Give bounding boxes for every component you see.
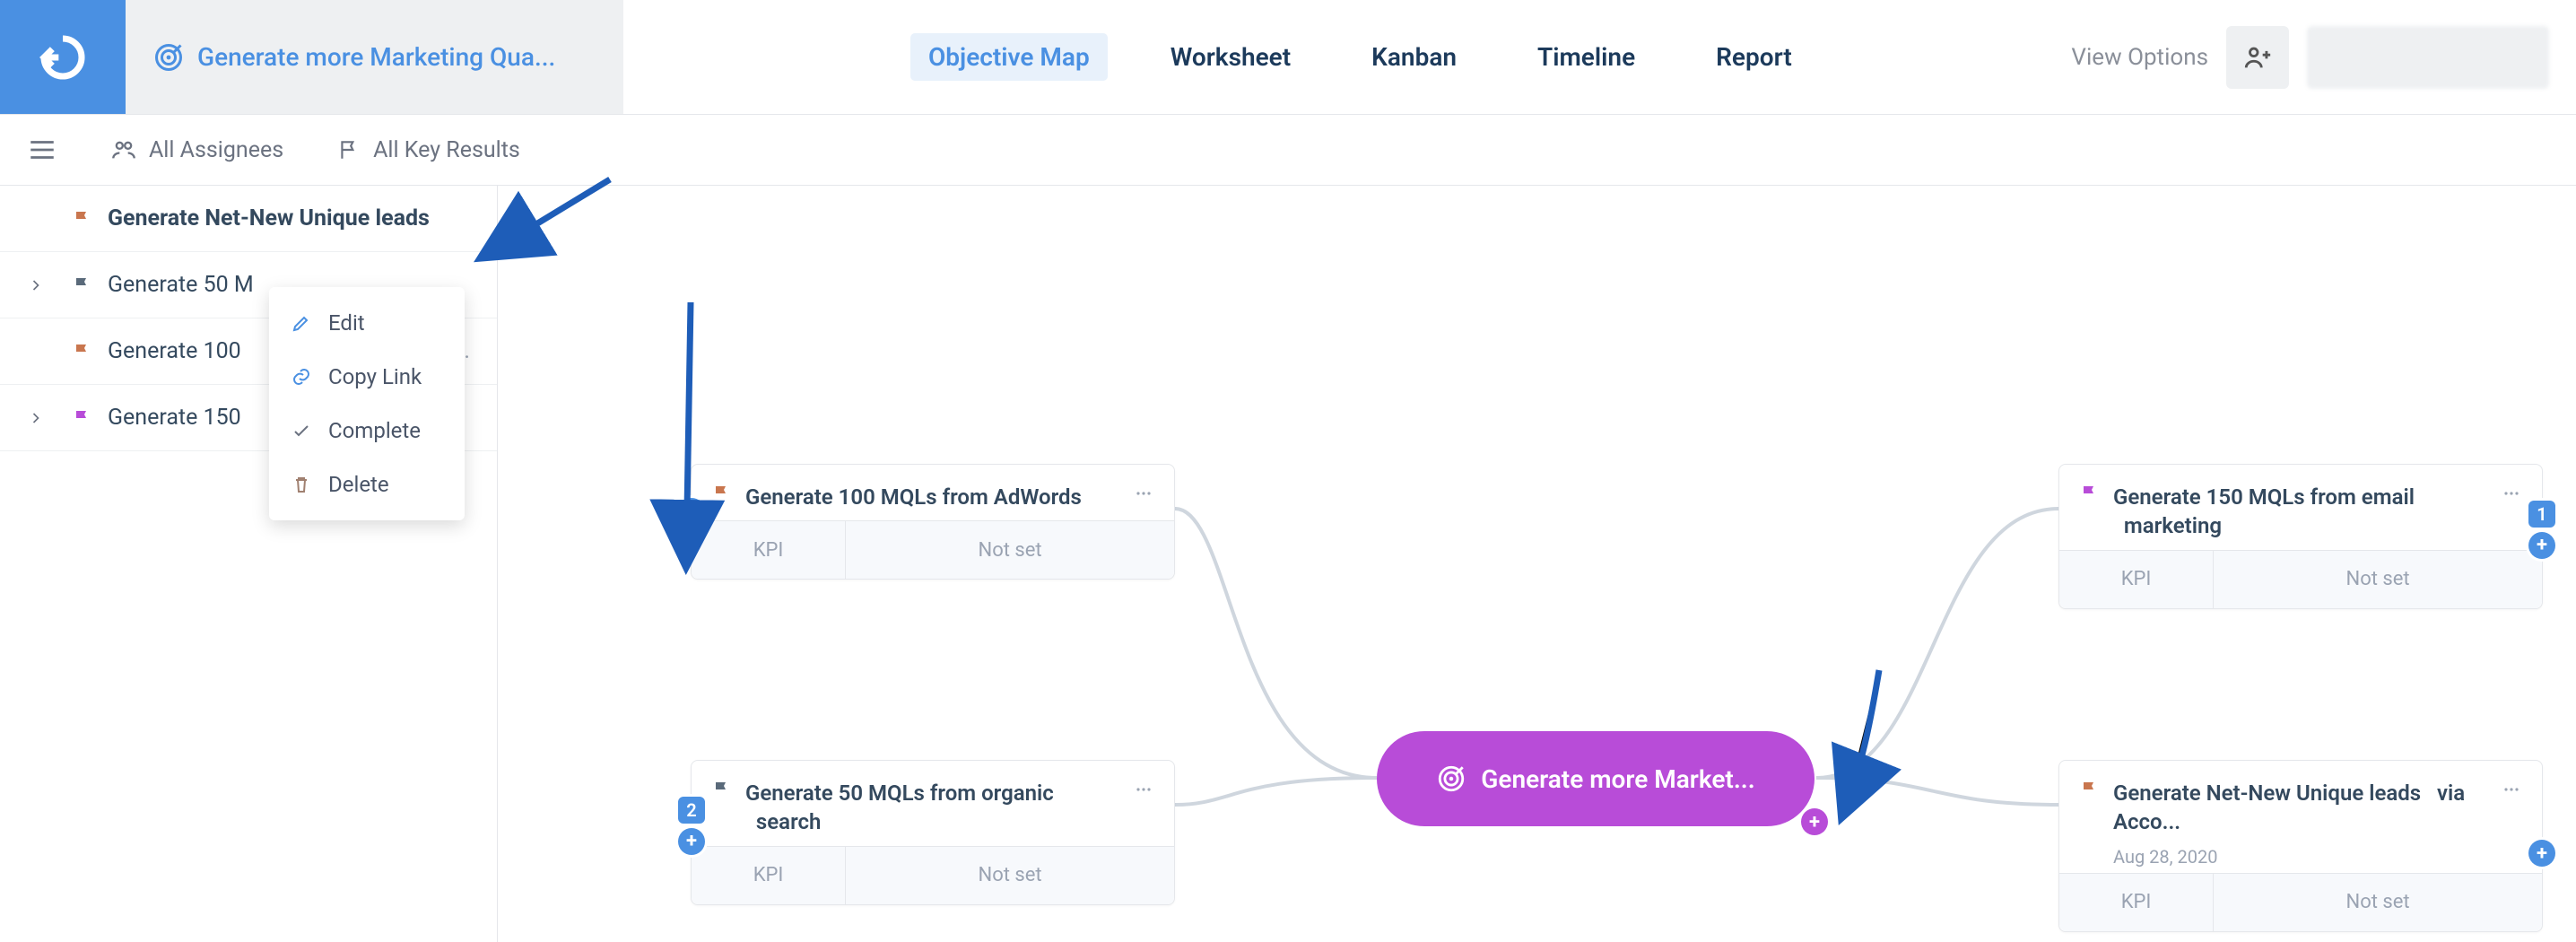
center-label: Generate more Market... (1481, 764, 1754, 794)
people-button[interactable] (2226, 26, 2289, 89)
sidebar-item-net-new[interactable]: Generate Net-New Unique leads (0, 186, 497, 252)
node-title: Generate 50 MQLs from organic search (745, 779, 1120, 837)
tab-report[interactable]: Report (1698, 33, 1810, 81)
node-150-email[interactable]: Generate 150 MQLs from email marketing K… (2058, 464, 2543, 609)
child-count-badge: 1 (2528, 501, 2555, 528)
people-icon (111, 137, 136, 162)
menu-copy-link-label: Copy Link (328, 364, 422, 389)
more-icon[interactable] (2501, 483, 2522, 504)
flag-icon (72, 208, 93, 230)
logo-icon (38, 32, 88, 83)
page-title: Generate more Marketing Qua... (197, 42, 555, 72)
center-objective[interactable]: Generate more Market... + (1377, 731, 1815, 826)
view-options[interactable]: View Options (2071, 44, 2208, 71)
menu-complete-label: Complete (328, 418, 421, 443)
target-icon (152, 41, 185, 74)
menu-delete-label: Delete (328, 472, 389, 497)
node-title: Generate 100 MQLs from AdWords (745, 483, 1120, 511)
app-logo[interactable] (0, 0, 126, 114)
flag-icon (2079, 779, 2101, 800)
sidebar-item-label: Generate 100 (108, 338, 241, 364)
sidebar-item-label: Generate 50 M (108, 272, 254, 298)
node-kpi-value: Not set (846, 847, 1174, 904)
node-kpi-value: Not set (2214, 551, 2542, 608)
add-child-button[interactable]: + (2528, 840, 2555, 867)
flag-icon (2079, 483, 2101, 504)
chevron-right-icon (27, 276, 45, 294)
link-icon (291, 366, 312, 388)
node-kpi-label: KPI (692, 847, 846, 904)
breadcrumb[interactable]: Generate more Marketing Qua... (126, 0, 623, 114)
sidebar-item-label: Generate Net-New Unique leads (108, 205, 430, 231)
node-50-organic[interactable]: Generate 50 MQLs from organic search KPI… (691, 760, 1175, 905)
user-menu[interactable] (2307, 26, 2549, 89)
menu-delete[interactable]: Delete (269, 458, 465, 511)
node-title: Generate 150 MQLs from email marketing (2113, 483, 2488, 541)
flag-icon (72, 275, 93, 296)
flag-icon (337, 138, 361, 161)
menu-edit-label: Edit (328, 310, 365, 336)
flag-icon (72, 407, 93, 429)
add-child-button[interactable]: + (1801, 808, 1828, 835)
flag-icon (711, 779, 733, 800)
node-kpi-value: Not set (2214, 874, 2542, 931)
chevron-right-icon (27, 409, 45, 427)
flag-icon (72, 341, 93, 362)
child-count-badge: 2 (678, 797, 705, 824)
filter-key-results-label: All Key Results (373, 137, 520, 163)
node-net-new[interactable]: Generate Net-New Unique leads via Acco..… (2058, 760, 2543, 932)
target-icon (1436, 763, 1466, 794)
flag-icon (711, 483, 733, 504)
main-tabs: Objective Map Worksheet Kanban Timeline … (910, 33, 1810, 81)
node-kpi-value: Not set (846, 521, 1174, 579)
tab-kanban[interactable]: Kanban (1353, 33, 1475, 81)
check-icon (291, 420, 312, 441)
tab-timeline[interactable]: Timeline (1519, 33, 1653, 81)
filter-key-results[interactable]: All Key Results (337, 137, 520, 163)
node-100-adwords[interactable]: Generate 100 MQLs from AdWords KPI Not s… (691, 464, 1175, 580)
menu-icon[interactable] (27, 135, 57, 165)
node-kpi-label: KPI (2059, 551, 2214, 608)
menu-copy-link[interactable]: Copy Link (269, 350, 465, 404)
more-icon[interactable] (1133, 779, 1154, 800)
people-icon (2242, 42, 2273, 73)
filter-assignees-label: All Assignees (149, 137, 283, 163)
node-title: Generate Net-New Unique leads via Acco..… (2113, 779, 2488, 837)
filter-assignees[interactable]: All Assignees (111, 137, 283, 163)
menu-edit[interactable]: Edit (269, 296, 465, 350)
more-icon[interactable] (1133, 483, 1154, 504)
objective-map-canvas[interactable]: Generate 100 MQLs from AdWords KPI Not s… (498, 186, 2576, 942)
add-child-button[interactable]: + (678, 828, 705, 855)
node-kpi-label: KPI (692, 521, 846, 579)
node-kpi-label: KPI (2059, 874, 2214, 931)
context-menu: Edit Copy Link Complete Delete (269, 287, 465, 520)
trash-icon (291, 474, 312, 495)
more-icon[interactable] (2501, 779, 2522, 800)
tab-worksheet[interactable]: Worksheet (1153, 33, 1309, 81)
sidebar-item-label: Generate 150 (108, 405, 241, 431)
node-date: Aug 28, 2020 (2059, 846, 2542, 873)
pencil-icon (291, 312, 312, 334)
menu-complete[interactable]: Complete (269, 404, 465, 458)
add-child-button[interactable]: + (2528, 532, 2555, 559)
tab-objective-map[interactable]: Objective Map (910, 33, 1108, 81)
